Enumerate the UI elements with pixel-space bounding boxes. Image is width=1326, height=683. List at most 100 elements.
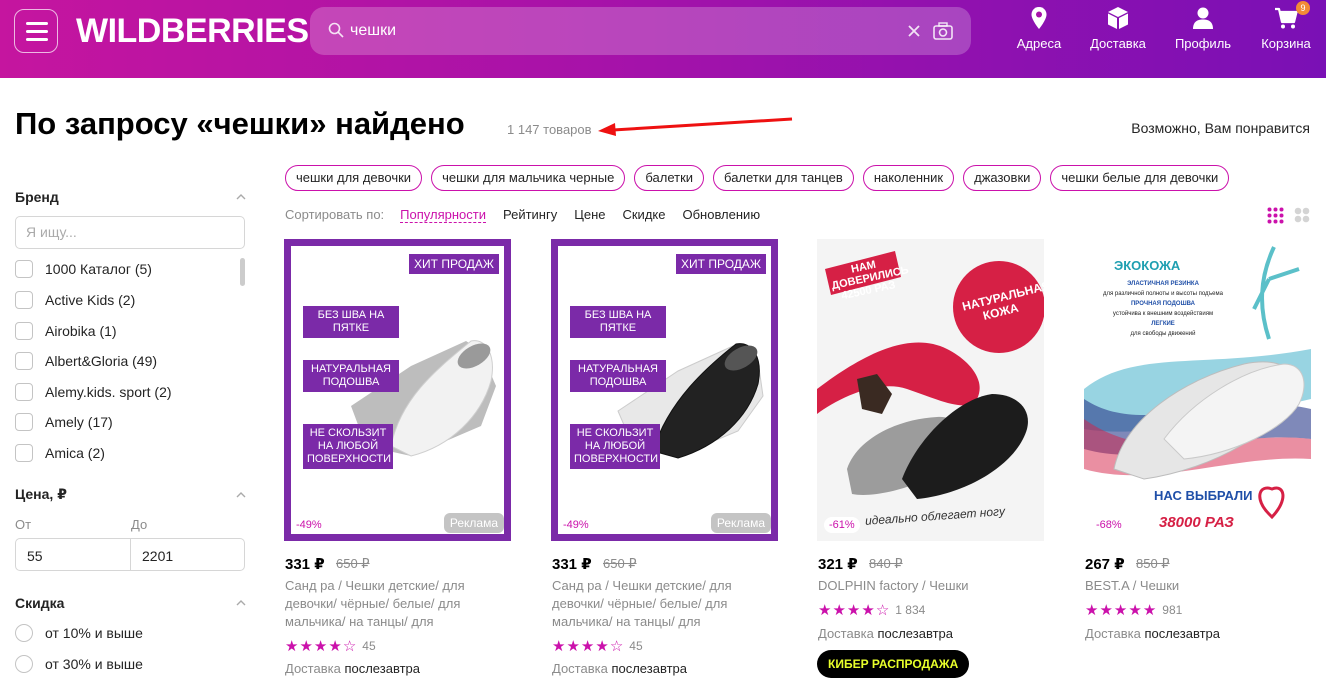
brand-checkbox-item[interactable]: Amica (2) (15, 443, 105, 463)
checkbox[interactable] (15, 260, 33, 278)
maybe-you-like-link[interactable]: Возможно, Вам понравится (1131, 120, 1310, 136)
product-old-price: 650 ₽ (336, 556, 370, 571)
tag-chip[interactable]: балетки для танцев (713, 165, 854, 191)
tag-chip[interactable]: джазовки (963, 165, 1042, 191)
star-full-icon: ★ (299, 638, 313, 655)
chosen-banner: НАС ВЫБРАЛИ (1154, 488, 1253, 503)
brand-search-input[interactable]: Я ищу... (15, 216, 245, 249)
brand-filter-title[interactable]: Бренд (15, 189, 59, 205)
delivery-value: послезавтра (611, 661, 687, 676)
sort-price[interactable]: Цене (574, 207, 605, 223)
product-card[interactable]: ХИТ ПРОДАЖ БЕЗ ШВА НА ПЯТКЕ НАТУРАЛЬНАЯ … (284, 239, 511, 683)
ad-badge: Реклама (710, 513, 771, 533)
star-full-icon: ★ (313, 638, 328, 655)
product-card[interactable]: ХИТ ПРОДАЖ БЕЗ ШВА НА ПЯТКЕ НАТУРАЛЬНАЯ … (551, 239, 778, 683)
product-card[interactable]: ЭКОКОЖА ЭЛАСТИЧНАЯ РЕЗИНКА для различной… (1084, 239, 1311, 683)
product-image[interactable]: ЭКОКОЖА ЭЛАСТИЧНАЯ РЕЗИНКА для различной… (1084, 239, 1311, 541)
price-to-label: До (131, 517, 148, 532)
product-name[interactable]: DOLPHIN factory / Чешки (818, 577, 1038, 595)
star-full-icon: ★ (1099, 602, 1113, 619)
discount-radio-item[interactable]: от 30% и выше (15, 654, 143, 674)
discount-filter-title[interactable]: Скидка (15, 595, 64, 611)
star-full-icon: ★ (566, 638, 580, 655)
product-price: 267 ₽ (1085, 556, 1125, 573)
brand-checkbox-item[interactable]: 1000 Каталог (5) (15, 259, 152, 279)
product-card[interactable]: НАМ ДОВЕРИЛИСЬ 42500 РАЗ НАТУРАЛЬНАЯ КОЖ… (817, 239, 1044, 683)
radio-label: от 30% и выше (45, 656, 143, 672)
nav-cart[interactable]: 9 Корзина (1256, 1, 1316, 60)
star-full-icon: ★ (832, 602, 846, 619)
brand-label: Alemy.kids. sport (2) (45, 384, 172, 400)
camera-search-icon[interactable] (932, 21, 954, 41)
star-full-icon: ★ (818, 602, 832, 619)
checkbox[interactable] (15, 383, 33, 401)
brand-checkbox-item[interactable]: Active Kids (2) (15, 290, 135, 310)
product-image[interactable]: ХИТ ПРОДАЖ БЕЗ ШВА НА ПЯТКЕ НАТУРАЛЬНАЯ … (551, 239, 778, 541)
search-input[interactable] (350, 19, 890, 43)
nav-addresses[interactable]: Адреса (1012, 6, 1066, 60)
nav-label: Адреса (1016, 36, 1062, 51)
brand-checkbox-item[interactable]: Alemy.kids. sport (2) (15, 382, 172, 402)
discount-radio-item[interactable]: от 10% и выше (15, 623, 143, 643)
checkbox[interactable] (15, 291, 33, 309)
price-to-input[interactable]: 2201 (142, 548, 173, 564)
chevron-up-icon[interactable] (236, 600, 246, 606)
sort-label: Сортировать по: (285, 207, 385, 222)
site-header: WILDBERRIES Адреса Доставка (0, 0, 1326, 78)
tag-chip[interactable]: чешки для мальчика черные (431, 165, 626, 191)
sort-updated[interactable]: Обновлению (682, 207, 760, 223)
product-name[interactable]: Санд ра / Чешки детские/ для девочки/ чё… (285, 577, 475, 631)
page-title: По запросу «чешки» найдено (15, 106, 465, 141)
product-image[interactable]: НАМ ДОВЕРИЛИСЬ 42500 РАЗ НАТУРАЛЬНАЯ КОЖ… (817, 239, 1044, 541)
price-filter-title[interactable]: Цена, ₽ (15, 486, 67, 503)
star-empty-icon: ☆ (875, 602, 890, 619)
radio[interactable] (15, 624, 33, 642)
delivery-info: Доставка послезавтра (285, 661, 420, 676)
tag-chip[interactable]: чешки белые для девочки (1050, 165, 1230, 191)
brand-checkbox-item[interactable]: Albert&Gloria (49) (15, 351, 157, 371)
product-name[interactable]: Санд ра / Чешки детские/ для девочки/ чё… (552, 577, 742, 631)
product-image[interactable]: ХИТ ПРОДАЖ БЕЗ ШВА НА ПЯТКЕ НАТУРАЛЬНАЯ … (284, 239, 511, 541)
chevron-up-icon[interactable] (236, 492, 246, 498)
tag-chip[interactable]: наколенник (862, 165, 955, 191)
nav-delivery[interactable]: Доставка (1088, 6, 1148, 60)
price-range-box: 55 2201 (15, 538, 245, 571)
checkbox[interactable] (15, 352, 33, 370)
results-count: 1 147 товаров (507, 122, 592, 137)
clear-search-icon[interactable] (905, 22, 923, 40)
checkbox[interactable] (15, 444, 33, 462)
star-full-icon: ★ (846, 602, 861, 619)
product-name[interactable]: BEST.A / Чешки (1085, 577, 1305, 595)
radio[interactable] (15, 655, 33, 673)
suggested-tags: чешки для девочки чешки для мальчика чер… (285, 165, 1230, 191)
star-empty-icon: ☆ (609, 638, 624, 655)
star-full-icon: ★ (328, 638, 342, 655)
checkbox[interactable] (15, 322, 33, 340)
delivery-value: послезавтра (877, 626, 953, 641)
menu-burger-button[interactable] (14, 9, 58, 53)
grid-large-view-icon[interactable] (1294, 207, 1310, 223)
brand-checkbox-item[interactable]: Airobika (1) (15, 321, 117, 341)
chevron-up-icon[interactable] (236, 194, 246, 200)
brand-checkbox-item[interactable]: Amely (17) (15, 412, 113, 432)
nav-label: Корзина (1261, 36, 1311, 51)
sort-discount[interactable]: Скидке (622, 207, 665, 223)
star-full-icon: ★ (580, 638, 595, 655)
product-old-price: 850 ₽ (1136, 556, 1170, 571)
grid-small-view-icon[interactable] (1267, 207, 1284, 224)
feature-line: ЛЕГКИЕ (1151, 321, 1175, 327)
checkbox[interactable] (15, 413, 33, 431)
sort-rating[interactable]: Рейтингу (503, 207, 557, 223)
tag-chip[interactable]: балетки (634, 165, 705, 191)
tag-chip[interactable]: чешки для девочки (285, 165, 423, 191)
divider (130, 539, 131, 570)
user-icon (1193, 7, 1213, 29)
brand-list-scrollbar[interactable] (240, 258, 245, 286)
star-full-icon: ★ (1113, 602, 1128, 619)
cyber-sale-badge[interactable]: КИБЕР РАСПРОДАЖА (817, 650, 970, 678)
cart-count-badge: 9 (1296, 1, 1310, 15)
sort-popularity[interactable]: Популярности (400, 207, 486, 223)
price-from-input[interactable]: 55 (27, 548, 43, 564)
logo[interactable]: WILDBERRIES (76, 12, 309, 51)
nav-profile[interactable]: Профиль (1172, 6, 1234, 60)
